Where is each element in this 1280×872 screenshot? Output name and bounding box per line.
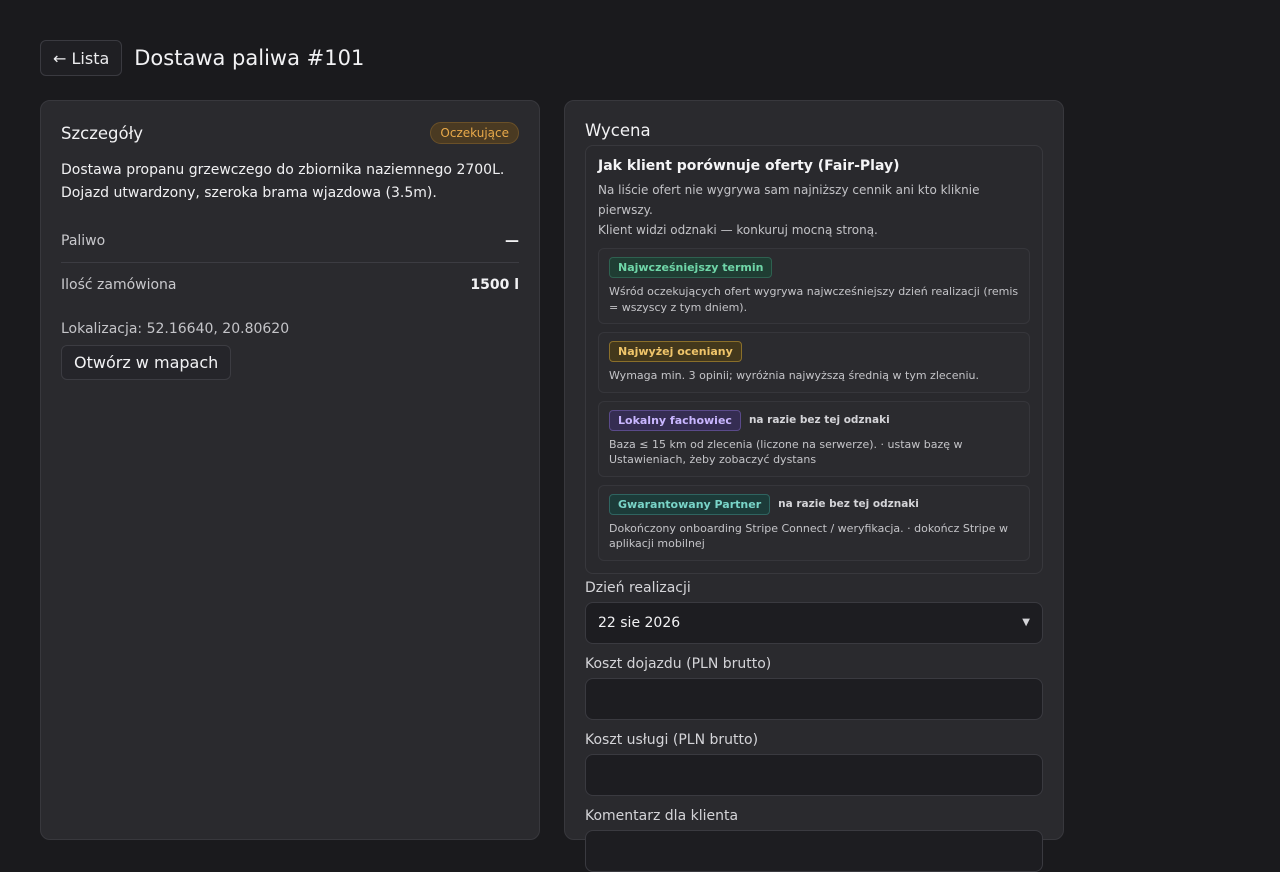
badge-description: Wśród oczekujących ofert wygrywa najwcze…: [609, 285, 1019, 314]
details-card: Szczegóły Oczekujące Dostawa propanu grz…: [40, 100, 540, 840]
badge-card-local: Lokalny fachowiec na razie bez tej odzna…: [598, 400, 1030, 477]
fair-play-info: Jak klient porównuje oferty (Fair-Play) …: [585, 145, 1043, 574]
travel-cost-field[interactable]: [585, 677, 1043, 720]
travel-cost-label: Koszt dojazdu (PLN brutto): [585, 655, 772, 672]
maps-button-label: Otwórz w mapach: [74, 353, 219, 372]
badge-description: Dokończony onboarding Stripe Connect / w…: [609, 521, 1008, 551]
comment-label: Komentarz dla klienta: [585, 807, 739, 824]
fuel-row: Paliwo —: [61, 219, 519, 263]
fair-play-title: Jak klient porównuje oferty (Fair-Play): [598, 158, 900, 174]
comment-field[interactable]: [585, 829, 1043, 872]
badge-top-rated: Najwyżej oceniany: [609, 341, 742, 362]
quote-card: Wycena Jak klient porównuje oferty (Fair…: [564, 100, 1064, 872]
service-cost-input[interactable]: [598, 765, 1030, 784]
location-text: Lokalizacja: 52.16640, 20.80620: [61, 321, 290, 337]
date-select[interactable]: 22 sie 2026 ▼: [585, 601, 1043, 644]
badge-card-earliest: Najwcześniejszy termin Wśród oczekującyc…: [598, 248, 1030, 324]
back-label: ← Lista: [53, 48, 110, 68]
page-title: Dostawa paliwa #101: [134, 46, 365, 70]
date-label: Dzień realizacji: [585, 579, 691, 596]
badge-local: Lokalny fachowiec: [609, 409, 741, 431]
badge-partner: Gwarantowany Partner: [609, 493, 771, 515]
badge-status: na razie bez tej odznaki: [748, 414, 890, 426]
description-line: Dojazd utwardzony, szeroka brama wjazdow…: [61, 185, 437, 201]
badge-earliest: Najwcześniejszy termin: [609, 257, 773, 278]
fuel-value: —: [505, 232, 519, 249]
badge-card-partner: Gwarantowany Partner na razie bez tej od…: [598, 484, 1030, 561]
badge-description: Baza ≤ 15 km od zlecenia (liczone na ser…: [609, 437, 963, 467]
status-badge: Oczekujące: [430, 122, 519, 144]
fuel-label: Paliwo: [61, 232, 106, 249]
fair-play-text: Na liście ofert nie wygrywa sam najniższ…: [598, 180, 1030, 240]
fair-play-text-line: Na liście ofert nie wygrywa sam najniższ…: [598, 183, 980, 217]
quantity-value: 1500 l: [470, 277, 519, 293]
date-value: 22 sie 2026: [598, 614, 681, 631]
service-cost-field[interactable]: [585, 753, 1043, 796]
order-description: Dostawa propanu grzewczego do zbiornika …: [61, 159, 519, 205]
open-in-maps-button[interactable]: Otwórz w mapach: [61, 345, 232, 380]
description-line: Dostawa propanu grzewczego do zbiornika …: [61, 162, 505, 178]
quantity-label: Ilość zamówiona: [61, 277, 177, 293]
back-to-list-button[interactable]: ← Lista: [40, 40, 123, 76]
badge-status: na razie bez tej odznaki: [778, 498, 919, 510]
service-cost-label: Koszt usługi (PLN brutto): [585, 731, 759, 748]
badge-card-top-rated: Najwyżej oceniany Wymaga min. 3 opinii; …: [598, 332, 1030, 393]
chevron-down-icon: ▼: [1022, 617, 1030, 628]
quote-title: Wycena: [585, 121, 651, 140]
fair-play-text-line: Klient widzi odznaki — konkuruj mocną st…: [598, 223, 878, 237]
travel-cost-input[interactable]: [598, 689, 1030, 708]
badge-description: Wymaga min. 3 opinii; wyróżnia najwyższą…: [609, 369, 979, 382]
quantity-row: Ilość zamówiona 1500 l: [61, 263, 519, 307]
page-header: ← Lista Dostawa paliwa #101: [40, 40, 364, 76]
details-title: Szczegóły: [61, 123, 144, 143]
